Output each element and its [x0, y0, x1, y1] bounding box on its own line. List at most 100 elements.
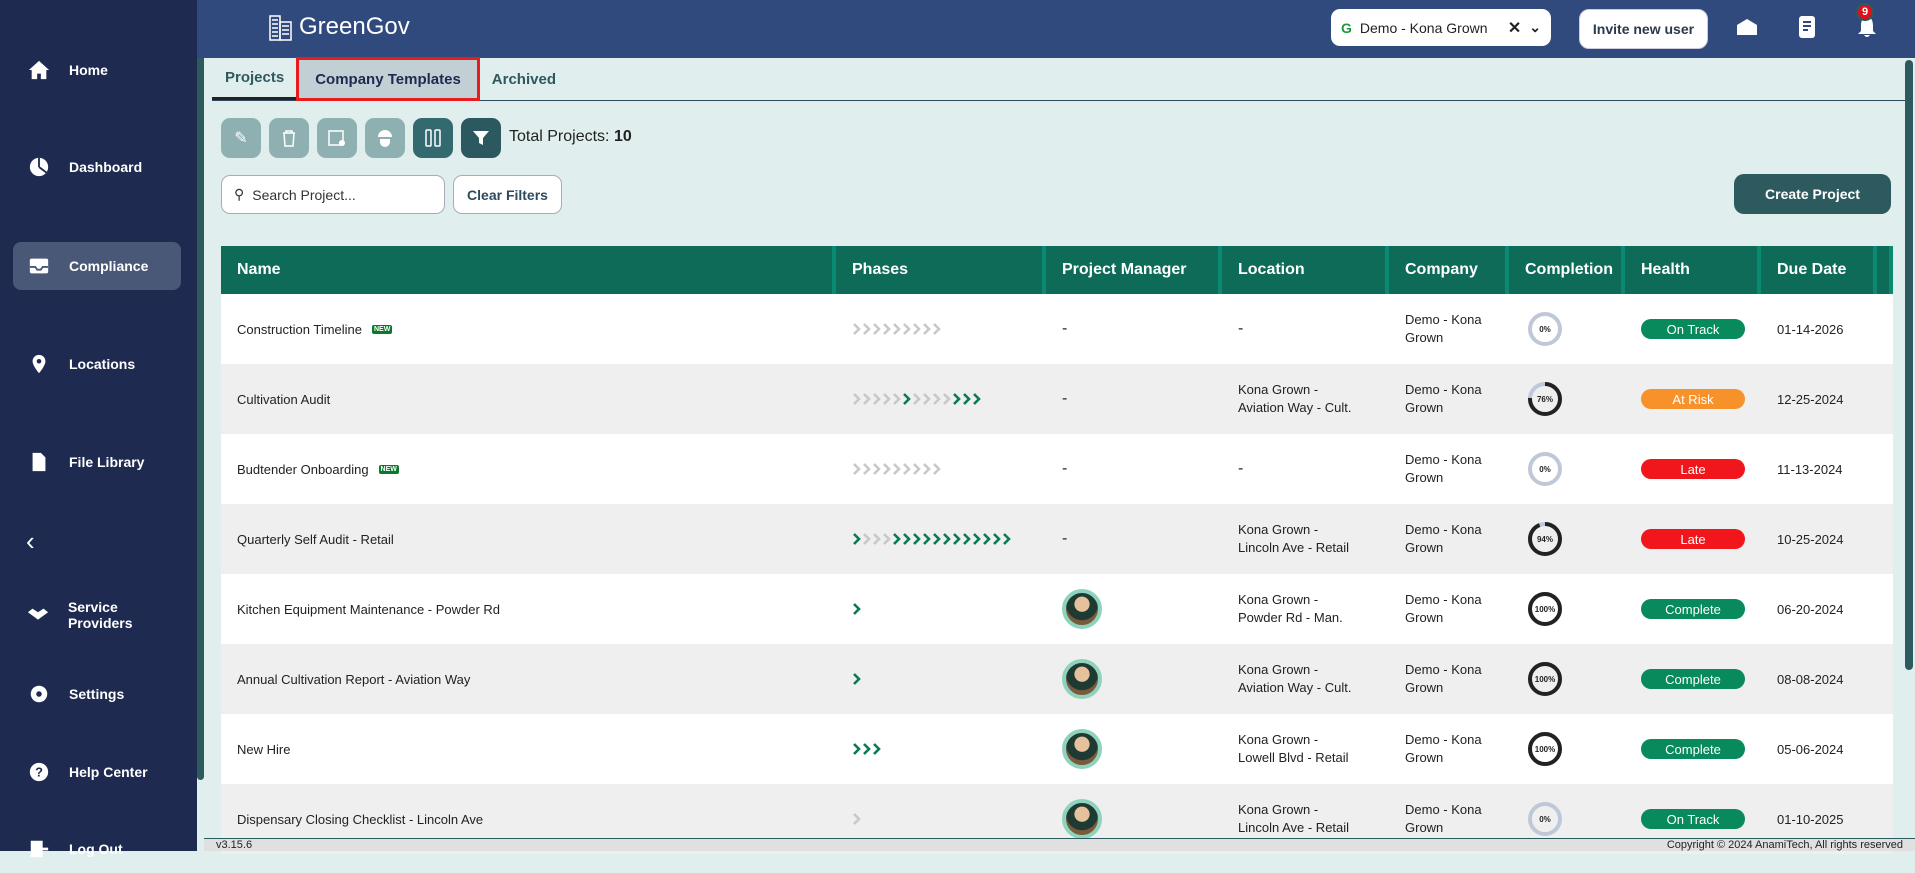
health-badge: On Track — [1641, 809, 1745, 829]
company-select[interactable]: G Demo - Kona Grown ✕ ⌄ — [1331, 9, 1551, 46]
project-name[interactable]: Kitchen Equipment Maintenance - Powder R… — [237, 602, 500, 617]
project-name[interactable]: Budtender Onboarding — [237, 462, 369, 477]
phase-chevron-icon — [863, 323, 871, 335]
tab-archived[interactable]: Archived — [479, 58, 569, 100]
sidebar-item-home[interactable]: Home — [13, 46, 181, 94]
column-header-phases[interactable]: Phases — [836, 246, 1046, 294]
total-projects-value: 10 — [613, 128, 632, 145]
sidebar-item-label: Home — [69, 62, 108, 78]
phase-chevron-icon — [903, 323, 911, 335]
clear-filters-button[interactable]: Clear Filters — [453, 175, 562, 214]
file-icon — [27, 450, 51, 474]
sidebar-item-settings[interactable]: Settings — [13, 670, 181, 718]
filter-button[interactable] — [461, 118, 501, 158]
project-name[interactable]: Annual Cultivation Report - Aviation Way — [237, 672, 470, 687]
table-row[interactable]: Construction Timeline NEW - - Demo - Kona… — [221, 294, 1893, 364]
tab-company-templates[interactable]: Company Templates — [296, 57, 480, 101]
phase-chevron-icon — [923, 463, 931, 475]
search-icon: ⚲ — [234, 186, 245, 202]
project-name[interactable]: Quarterly Self Audit - Retail — [237, 532, 394, 547]
completion-label: 100% — [1534, 674, 1556, 684]
create-project-button[interactable]: Create Project — [1734, 174, 1891, 214]
delete-button[interactable] — [269, 118, 309, 158]
sidebar-item-log-out[interactable]: Log Out — [13, 825, 181, 873]
avatar[interactable] — [1062, 799, 1102, 839]
sidebar-item-locations[interactable]: Locations — [13, 340, 181, 388]
column-header-health[interactable]: Health — [1625, 246, 1761, 294]
tabs: Projects Company Templates Archived — [212, 57, 1905, 101]
phases — [836, 644, 1046, 714]
table-row[interactable]: Kitchen Equipment Maintenance - Powder R… — [221, 574, 1893, 644]
company: Demo - Kona Grown — [1405, 312, 1482, 345]
chevron-down-icon[interactable]: ⌄ — [1529, 19, 1541, 36]
assign-worker-button[interactable] — [365, 118, 405, 158]
logo[interactable]: GreenGov — [267, 12, 410, 42]
logout-icon — [27, 837, 51, 861]
sidebar-item-compliance[interactable]: Compliance — [13, 242, 181, 290]
tab-projects[interactable]: Projects — [212, 58, 298, 100]
phase-chevron-icon — [973, 393, 981, 405]
phase-chevron-icon — [893, 533, 901, 545]
table-row[interactable]: Budtender Onboarding NEW - - Demo - Kona … — [221, 434, 1893, 504]
column-header-extra — [1877, 246, 1893, 294]
sidebar-item-dashboard[interactable]: Dashboard — [13, 143, 181, 191]
table-row[interactable]: Annual Cultivation Report - Aviation Way… — [221, 644, 1893, 714]
completion-ring: 0% — [1525, 449, 1565, 489]
phases — [836, 504, 1046, 574]
sidebar: Home Dashboard Compliance Locations File Lib… — [0, 0, 197, 858]
avatar[interactable] — [1062, 589, 1102, 629]
page-scrollbar[interactable] — [1905, 60, 1913, 670]
invite-user-button[interactable]: Invite new user — [1579, 9, 1708, 49]
completion-ring: 100% — [1525, 589, 1565, 629]
phase-chevron-icon — [923, 323, 931, 335]
manager: - — [1062, 460, 1068, 477]
project-name[interactable]: Cultivation Audit — [237, 392, 330, 407]
sidebar-scrollbar[interactable] — [197, 0, 204, 780]
location: Kona Grown - Powder Rd - Man. — [1238, 592, 1343, 625]
sidebar-item-service-providers[interactable]: Service Providers — [13, 591, 181, 639]
project-name[interactable]: Construction Timeline — [237, 322, 362, 337]
sidebar-item-file-library[interactable]: File Library — [13, 438, 181, 486]
avatar[interactable] — [1062, 659, 1102, 699]
column-header-location[interactable]: Location — [1222, 246, 1389, 294]
column-header-project-manager[interactable]: Project Manager — [1046, 246, 1222, 294]
copyright: Copyright © 2024 AnamiTech, All rights r… — [1666, 839, 1903, 851]
location: Kona Grown - Lowell Blvd - Retail — [1238, 732, 1349, 765]
table-row[interactable]: Quarterly Self Audit - Retail - Kona Gro… — [221, 504, 1893, 574]
document-icon[interactable] — [1794, 14, 1820, 40]
new-badge: NEW — [378, 464, 399, 474]
total-projects: Total Projects: 10 — [509, 128, 632, 146]
table-row[interactable]: Cultivation Audit - Kona Grown - Aviatio… — [221, 364, 1893, 434]
completion-ring: 76% — [1525, 379, 1565, 419]
location: Kona Grown - Aviation Way - Cult. — [1238, 662, 1352, 695]
project-name[interactable]: New Hire — [237, 742, 290, 757]
columns-button[interactable] — [413, 118, 453, 158]
phase-chevron-icon — [893, 393, 901, 405]
avatar[interactable] — [1062, 729, 1102, 769]
search-input[interactable]: ⚲ Search Project... — [221, 175, 445, 214]
search-placeholder: Search Project... — [252, 186, 356, 203]
collapse-sidebar-button[interactable]: ‹ — [26, 526, 35, 557]
column-header-completion[interactable]: Completion — [1509, 246, 1625, 294]
health-badge: Complete — [1641, 739, 1745, 759]
mail-icon[interactable] — [1734, 14, 1760, 40]
building-icon — [269, 15, 292, 41]
phase-chevron-icon — [893, 323, 901, 335]
clear-icon[interactable]: ✕ — [1508, 18, 1521, 38]
project-name[interactable]: Dispensary Closing Checklist - Lincoln A… — [237, 812, 483, 827]
phase-chevron-icon — [973, 533, 981, 545]
edit-button[interactable]: ✎ — [221, 118, 261, 158]
health-badge: Complete — [1641, 669, 1745, 689]
phase-chevron-icon — [963, 393, 971, 405]
health-badge: At Risk — [1641, 389, 1745, 409]
column-header-name[interactable]: Name — [221, 246, 836, 294]
sidebar-item-label: Help Center — [69, 764, 148, 780]
inbox-icon — [27, 254, 51, 278]
phase-chevron-icon — [873, 393, 881, 405]
table-row[interactable]: New Hire Kona Grown - Lowell Blvd - Reta… — [221, 714, 1893, 784]
phase-chevron-icon — [873, 533, 881, 545]
sidebar-item-help-center[interactable]: ? Help Center — [13, 748, 181, 796]
archive-location-button[interactable] — [317, 118, 357, 158]
column-header-company[interactable]: Company — [1389, 246, 1509, 294]
column-header-due-date[interactable]: Due Date — [1761, 246, 1877, 294]
